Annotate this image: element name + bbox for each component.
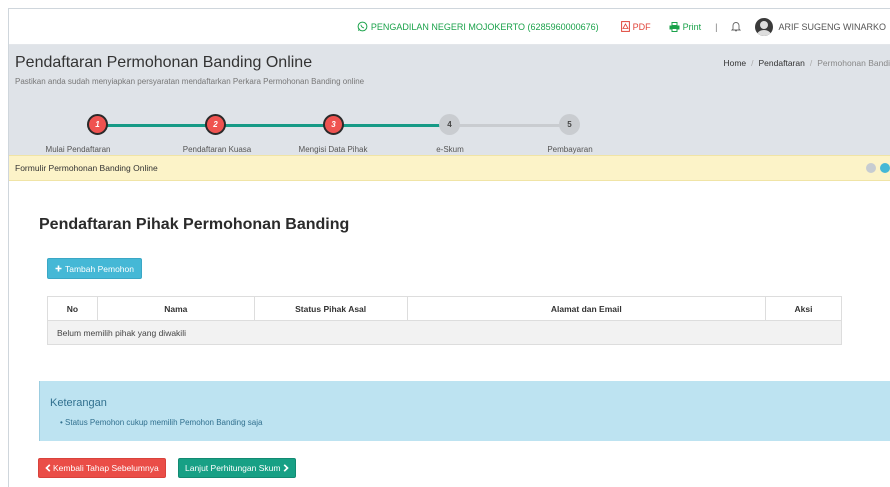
column-header-nama: Nama bbox=[96, 296, 255, 321]
pdf-label: PDF bbox=[632, 21, 651, 32]
plus-icon bbox=[55, 265, 62, 272]
wizard-label: Pembayaran bbox=[547, 145, 593, 154]
pdf-icon bbox=[620, 21, 630, 32]
info-list-item: • Status Pemohon cukup memilih Pemohon B… bbox=[60, 418, 263, 427]
notifications-button[interactable] bbox=[731, 21, 742, 32]
breadcrumb-pendaftaran[interactable]: Pendaftaran bbox=[759, 58, 805, 68]
print-button[interactable]: Print bbox=[669, 21, 702, 32]
breadcrumb-divider: / bbox=[751, 58, 754, 68]
pdf-button[interactable]: PDF bbox=[620, 21, 651, 32]
wizard-step-number: 1 bbox=[95, 120, 100, 129]
court-contact-link[interactable]: PENGADILAN NEGERI MOJOKERTO (62859600006… bbox=[357, 21, 599, 32]
wizard-step-number: 4 bbox=[447, 120, 452, 129]
wizard-step-number: 2 bbox=[213, 120, 218, 129]
page-subtitle: Pastikan anda sudah menyiapkan persyarat… bbox=[15, 77, 365, 86]
collapse-icon[interactable] bbox=[866, 163, 876, 173]
breadcrumb-home[interactable]: Home bbox=[723, 58, 746, 68]
breadcrumb: Home / Pendaftaran / Permohonan Bandi bbox=[723, 58, 890, 68]
back-button[interactable]: Kembali Tahap Sebelumnya bbox=[38, 458, 166, 478]
wizard-step-number: 5 bbox=[567, 120, 572, 129]
wizard-step-5[interactable]: 5 bbox=[559, 114, 580, 135]
form-panel-header: Formulir Permohonan Banding Online bbox=[9, 155, 890, 181]
print-icon bbox=[669, 21, 680, 32]
wizard-line bbox=[451, 124, 569, 127]
court-contact-text: PENGADILAN NEGERI MOJOKERTO (62859600006… bbox=[370, 21, 599, 32]
topbar-separator: | bbox=[715, 21, 718, 32]
add-applicant-label: Tambah Pemohon bbox=[65, 263, 134, 274]
chevron-right-icon bbox=[284, 464, 290, 472]
wizard-label: Mengisi Data Pihak bbox=[298, 145, 368, 154]
page-title: Pendaftaran Permohonan Banding Online bbox=[15, 54, 313, 71]
page-header: Pendaftaran Permohonan Banding Online Pa… bbox=[9, 45, 890, 165]
parties-table: No Nama Status Pihak Asal Alamat dan Ema… bbox=[47, 296, 842, 345]
column-header-no: No bbox=[47, 296, 98, 321]
wizard-line bbox=[97, 124, 215, 127]
table-header-row: No Nama Status Pihak Asal Alamat dan Ema… bbox=[47, 296, 842, 321]
wizard-step-3[interactable]: 3 bbox=[323, 114, 344, 135]
table-row: Belum memilih pihak yang diwakili bbox=[47, 320, 842, 345]
avatar bbox=[755, 17, 774, 36]
empty-table-message: Belum memilih pihak yang diwakili bbox=[47, 320, 842, 345]
wizard-label: e-Skum bbox=[436, 145, 464, 154]
wizard-line bbox=[333, 124, 451, 127]
print-label: Print bbox=[682, 21, 702, 32]
info-box: Keterangan • Status Pemohon cukup memili… bbox=[39, 381, 890, 441]
whatsapp-icon bbox=[357, 21, 368, 32]
user-menu[interactable]: ARIF SUGENG WINARKO bbox=[755, 17, 886, 36]
wizard-line bbox=[215, 124, 333, 127]
wizard-label: Mulai Pendaftaran bbox=[45, 145, 111, 154]
wizard-step-2[interactable]: 2 bbox=[205, 114, 226, 135]
user-name: ARIF SUGENG WINARKO bbox=[778, 21, 886, 32]
wizard-step-4[interactable]: 4 bbox=[439, 114, 460, 135]
section-title: Pendaftaran Pihak Permohonan Banding bbox=[39, 216, 350, 233]
refresh-icon[interactable] bbox=[880, 163, 890, 173]
wizard-label: Pendaftaran Kuasa bbox=[182, 145, 252, 154]
add-applicant-button[interactable]: Tambah Pemohon bbox=[47, 258, 142, 279]
info-item-text: Status Pemohon cukup memilih Pemohon Ban… bbox=[65, 418, 263, 427]
column-header-alamat: Alamat dan Email bbox=[406, 296, 767, 321]
back-button-label: Kembali Tahap Sebelumnya bbox=[53, 463, 159, 473]
column-header-aksi: Aksi bbox=[765, 296, 842, 321]
next-button-label: Lanjut Perhitungan Skum bbox=[185, 463, 281, 473]
info-title: Keterangan bbox=[50, 397, 107, 409]
breadcrumb-current: Permohonan Bandi bbox=[817, 58, 890, 68]
bell-icon bbox=[731, 22, 742, 32]
app-window: PENGADILAN NEGERI MOJOKERTO (62859600006… bbox=[8, 8, 890, 487]
panel-tools bbox=[866, 163, 890, 173]
breadcrumb-divider: / bbox=[809, 58, 813, 68]
wizard-step-1[interactable]: 1 bbox=[87, 114, 108, 135]
column-header-status: Status Pihak Asal bbox=[253, 296, 408, 321]
form-panel-title: Formulir Permohonan Banding Online bbox=[15, 163, 158, 173]
next-button[interactable]: Lanjut Perhitungan Skum bbox=[178, 458, 297, 478]
chevron-left-icon bbox=[45, 464, 51, 472]
top-navbar: PENGADILAN NEGERI MOJOKERTO (62859600006… bbox=[9, 9, 890, 45]
wizard-step-number: 3 bbox=[331, 120, 336, 129]
